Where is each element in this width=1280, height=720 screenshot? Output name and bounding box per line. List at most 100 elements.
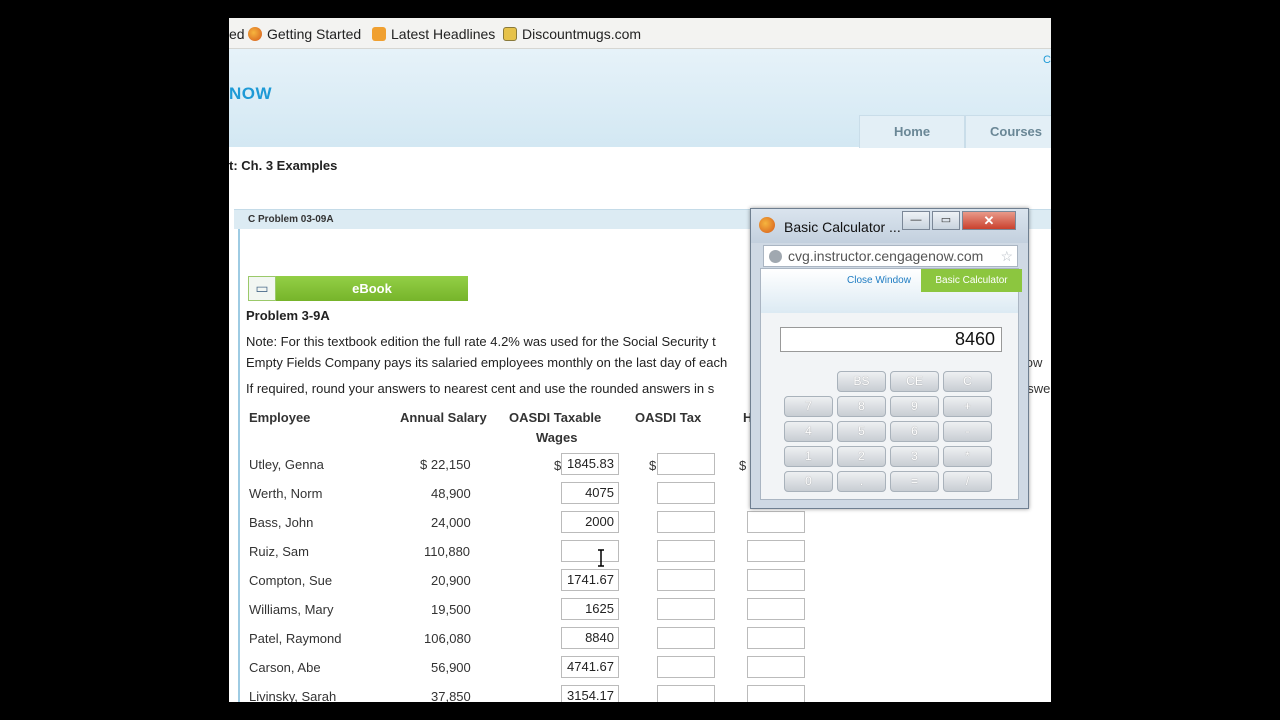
oasdi-tax-input[interactable] bbox=[657, 482, 715, 504]
oasdi-tax-input[interactable] bbox=[657, 685, 715, 702]
key-6[interactable]: 6 bbox=[890, 421, 939, 442]
oasdi-wages-input[interactable]: 1741.67 bbox=[561, 569, 619, 591]
key-0[interactable]: 0 bbox=[784, 471, 833, 492]
calculator-body: 8460 BS CE C 7 8 9 + 4 5 6 - 1 2 3 * 0 .… bbox=[761, 313, 1018, 499]
key-minus[interactable]: - bbox=[943, 421, 992, 442]
window-title: Basic Calculator ... bbox=[784, 219, 901, 235]
minimize-button[interactable]: — bbox=[902, 211, 930, 230]
problem-title: Problem 3-9A bbox=[246, 308, 330, 323]
calculator-page: Close Window Basic Calculator 84 6 0 BS CE… bbox=[760, 268, 1022, 500]
oasdi-wages-input[interactable]: 4741.67 bbox=[561, 656, 619, 678]
close-window-link[interactable]: Close Window bbox=[847, 275, 911, 286]
annual-salary: 19,500 bbox=[431, 602, 471, 617]
annual-salary: 48,900 bbox=[431, 486, 471, 501]
hi-wages-input[interactable] bbox=[747, 540, 805, 562]
oasdi-tax-input[interactable] bbox=[657, 627, 715, 649]
oasdi-tax-input[interactable] bbox=[657, 453, 715, 475]
hi-wages-input[interactable] bbox=[747, 569, 805, 591]
hi-wages-input[interactable] bbox=[747, 656, 805, 678]
oasdi-tax-input[interactable] bbox=[657, 569, 715, 591]
ebook-button[interactable]: ▭ eBook bbox=[248, 276, 468, 301]
key-divide[interactable]: / bbox=[943, 471, 992, 492]
bookmark-star-icon[interactable]: ☆ bbox=[1000, 246, 1013, 266]
bookmark-partial[interactable]: ed bbox=[229, 26, 245, 42]
bookmark-label: Getting Started bbox=[267, 26, 362, 42]
oasdi-wages-input[interactable] bbox=[561, 540, 619, 562]
employee-name: Utley, Genna bbox=[249, 457, 324, 472]
annual-salary: 24,000 bbox=[431, 515, 471, 530]
key-clear[interactable]: C bbox=[943, 371, 992, 392]
ebook-label: eBook bbox=[276, 276, 468, 301]
oasdi-tax-input[interactable] bbox=[657, 656, 715, 678]
key-5[interactable]: 5 bbox=[837, 421, 886, 442]
key-plus[interactable]: + bbox=[943, 396, 992, 417]
assignment-title: t: Ch. 3 Examples bbox=[229, 158, 338, 173]
oasdi-wages-input[interactable]: 1845.83 bbox=[561, 453, 619, 475]
employee-name: Compton, Sue bbox=[249, 573, 333, 588]
popup-url: cvg.instructor.cengagenow.com bbox=[788, 248, 984, 264]
annual-salary: 20,900 bbox=[431, 573, 471, 588]
rss-feed-icon bbox=[372, 27, 386, 41]
close-button[interactable]: ✕ bbox=[962, 211, 1016, 230]
text-cursor-icon bbox=[598, 549, 604, 567]
content-divider bbox=[238, 229, 240, 702]
key-multiply[interactable]: * bbox=[943, 446, 992, 467]
oasdi-wages-input[interactable]: 2000 bbox=[561, 511, 619, 533]
instruction-note: Note: For this textbook edition the full… bbox=[246, 334, 716, 349]
firefox-icon bbox=[248, 27, 262, 41]
popup-url-bar[interactable]: cvg.instructor.cengagenow.com ☆ bbox=[763, 245, 1018, 267]
key-decimal[interactable]: . bbox=[837, 471, 886, 492]
bookmark-latest-headlines[interactable]: Latest Headlines bbox=[372, 26, 495, 42]
oasdi-tax-input[interactable] bbox=[657, 511, 715, 533]
key-clear-entry[interactable]: CE bbox=[890, 371, 939, 392]
annual-salary: 56,900 bbox=[431, 660, 471, 675]
hi-wages-input[interactable] bbox=[747, 685, 805, 702]
annual-salary: $ 22,150 bbox=[420, 457, 471, 472]
oasdi-tax-input[interactable] bbox=[657, 598, 715, 620]
bookmark-label: Latest Headlines bbox=[391, 26, 496, 42]
key-4[interactable]: 4 bbox=[784, 421, 833, 442]
oasdi-wages-input[interactable]: 4075 bbox=[561, 482, 619, 504]
discountmugs-icon bbox=[503, 27, 517, 41]
annual-salary: 106,080 bbox=[424, 631, 471, 646]
key-7[interactable]: 7 bbox=[784, 396, 833, 417]
calculator-top-strip: Close Window Basic Calculator bbox=[761, 269, 1022, 313]
tab-home[interactable]: Home bbox=[859, 115, 965, 148]
hi-wages-input[interactable] bbox=[747, 511, 805, 533]
instruction-rounding: If required, round your answers to neare… bbox=[246, 381, 715, 396]
tab-courses[interactable]: Courses bbox=[965, 115, 1051, 148]
bookmark-discountmugs[interactable]: Discountmugs.com bbox=[503, 26, 641, 42]
key-2[interactable]: 2 bbox=[837, 446, 886, 467]
oasdi-tax-input[interactable] bbox=[657, 540, 715, 562]
key-backspace[interactable]: BS bbox=[837, 371, 886, 392]
hi-wages-input[interactable] bbox=[747, 598, 805, 620]
site-header: NOW C Home Courses bbox=[229, 49, 1051, 148]
key-9[interactable]: 9 bbox=[890, 396, 939, 417]
maximize-button[interactable]: ▭ bbox=[932, 211, 960, 230]
instruction-text: Empty Fields Company pays its salaried e… bbox=[246, 355, 728, 370]
basic-calculator-tab[interactable]: Basic Calculator bbox=[921, 269, 1022, 292]
oasdi-wages-input[interactable]: 1625 bbox=[561, 598, 619, 620]
employee-name: Ruiz, Sam bbox=[249, 544, 309, 559]
header-corner-link[interactable]: C bbox=[1043, 54, 1051, 66]
hi-wages-input[interactable] bbox=[747, 627, 805, 649]
key-8[interactable]: 8 bbox=[837, 396, 886, 417]
employee-name: Livinsky, Sarah bbox=[249, 689, 337, 702]
currency-sign: $ bbox=[739, 458, 747, 473]
key-equals[interactable]: = bbox=[890, 471, 939, 492]
oasdi-wages-input[interactable]: 8840 bbox=[561, 627, 619, 649]
col-header-oasdi-wages: OASDI Taxable bbox=[509, 410, 602, 425]
employee-name: Bass, John bbox=[249, 515, 314, 530]
key-3[interactable]: 3 bbox=[890, 446, 939, 467]
currency-sign: $ bbox=[649, 458, 657, 473]
firefox-icon bbox=[759, 217, 775, 233]
site-logo[interactable]: NOW bbox=[229, 84, 272, 104]
oasdi-wages-input[interactable]: 3154.17 bbox=[561, 685, 619, 702]
employee-name: Carson, Abe bbox=[249, 660, 321, 675]
bookmark-getting-started[interactable]: Getting Started bbox=[248, 26, 361, 42]
calculator-window[interactable]: Basic Calculator ... — ▭ ✕ cvg.instructo… bbox=[750, 208, 1029, 509]
window-titlebar[interactable]: Basic Calculator ... — ▭ ✕ bbox=[751, 209, 1028, 243]
col-header-oasdi-wages-line2: Wages bbox=[536, 430, 578, 445]
col-header-employee: Employee bbox=[249, 410, 311, 425]
key-1[interactable]: 1 bbox=[784, 446, 833, 467]
